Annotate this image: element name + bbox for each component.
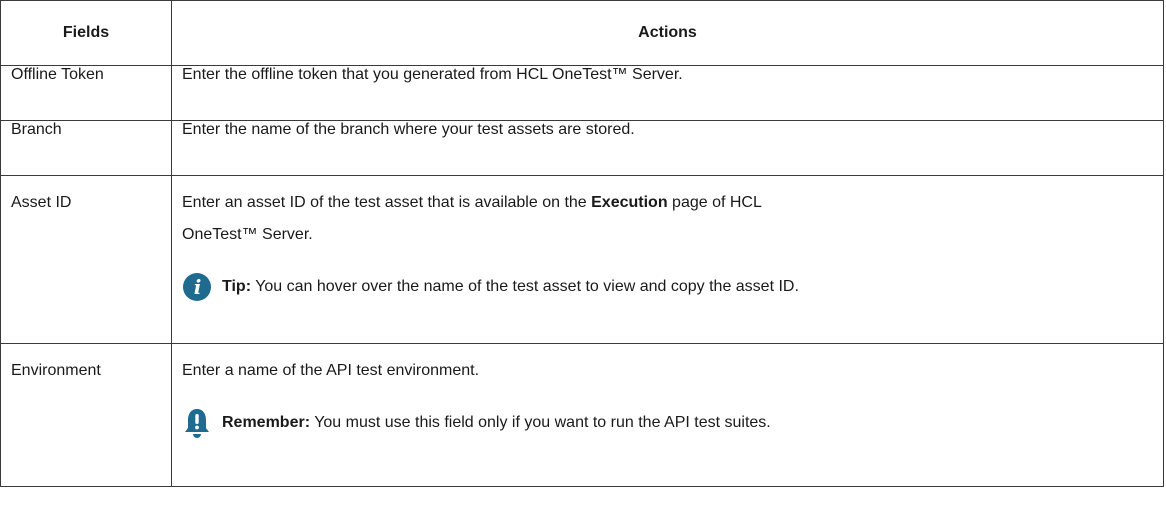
tip-note: i Tip: You can hover over the name of th… xyxy=(182,269,1153,305)
field-name: Asset ID xyxy=(0,175,172,344)
field-name: Offline Token xyxy=(0,65,172,121)
note-label: Tip: xyxy=(222,278,252,295)
table-row: Asset ID Enter an asset ID of the test a… xyxy=(0,175,1164,344)
note-text: You must use this field only if you want… xyxy=(310,414,771,431)
field-action: Enter the offline token that you generat… xyxy=(171,65,1164,121)
bell-icon xyxy=(182,405,222,441)
field-action: Enter an asset ID of the test asset that… xyxy=(171,175,1164,344)
column-header-fields: Fields xyxy=(0,0,172,66)
field-name: Environment xyxy=(0,343,172,487)
action-text-bold: Execution xyxy=(591,194,668,211)
table-row: Environment Enter a name of the API test… xyxy=(0,343,1164,487)
action-text: Enter a name of the API test environment… xyxy=(182,362,480,379)
info-icon: i xyxy=(182,269,222,305)
field-name: Branch xyxy=(0,120,172,176)
action-text: Enter an asset ID of the test asset that… xyxy=(182,176,1153,251)
fields-actions-table: Fields Actions Offline Token Enter the o… xyxy=(0,0,1164,487)
field-action: Enter a name of the API test environment… xyxy=(171,343,1164,487)
remember-note: Remember: You must use this field only i… xyxy=(182,405,1153,441)
field-action: Enter the name of the branch where your … xyxy=(171,120,1164,176)
svg-text:i: i xyxy=(194,275,202,299)
table-header-row: Fields Actions xyxy=(0,0,1164,66)
note-label: Remember: xyxy=(222,414,311,431)
table-row: Offline Token Enter the offline token th… xyxy=(0,65,1164,121)
table-row: Branch Enter the name of the branch wher… xyxy=(0,120,1164,176)
action-text-suffix: page of HCL xyxy=(667,194,762,211)
column-header-actions: Actions xyxy=(171,0,1164,66)
note-text: You can hover over the name of the test … xyxy=(251,278,799,295)
action-text-prefix: Enter an asset ID of the test asset that… xyxy=(182,194,592,211)
action-text-line2: OneTest™ Server. xyxy=(182,226,313,243)
